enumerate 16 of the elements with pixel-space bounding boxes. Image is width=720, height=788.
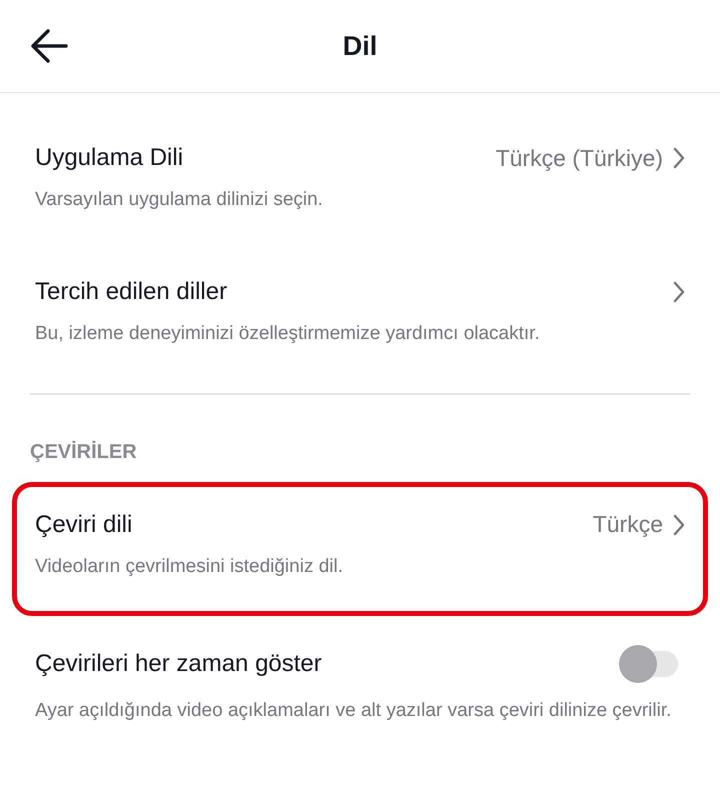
setting-value: Türkçe	[592, 511, 663, 538]
chevron-right-icon[interactable]	[673, 514, 685, 536]
setting-description: Ayar açıldığında video açıklamaları ve alt yazılar varsa çeviri dilinize çevrilir.	[35, 698, 672, 722]
chevron-right-icon[interactable]	[673, 281, 685, 303]
setting-title: Çeviri dili	[35, 510, 132, 538]
setting-title: Çevirileri her zaman göster	[35, 650, 322, 678]
back-arrow-icon[interactable]	[30, 28, 68, 64]
setting-value: Türkçe (Türkiye)	[496, 144, 663, 172]
setting-description: Videoların çevrilmesini istediğiniz dil.	[35, 554, 344, 578]
chevron-right-icon[interactable]	[673, 147, 685, 169]
setting-title: Tercih edilen diller	[35, 278, 228, 306]
setting-description: Varsayılan uygulama dilinizi seçin.	[35, 188, 324, 212]
section-heading: ÇEVİRİLER	[30, 440, 137, 462]
setting-title: Uygulama Dili	[35, 144, 184, 172]
page-title: Dil	[342, 30, 378, 62]
setting-description: Bu, izleme deneyiminizi özelleştirmemize yardımcı olacaktır.	[35, 322, 541, 346]
